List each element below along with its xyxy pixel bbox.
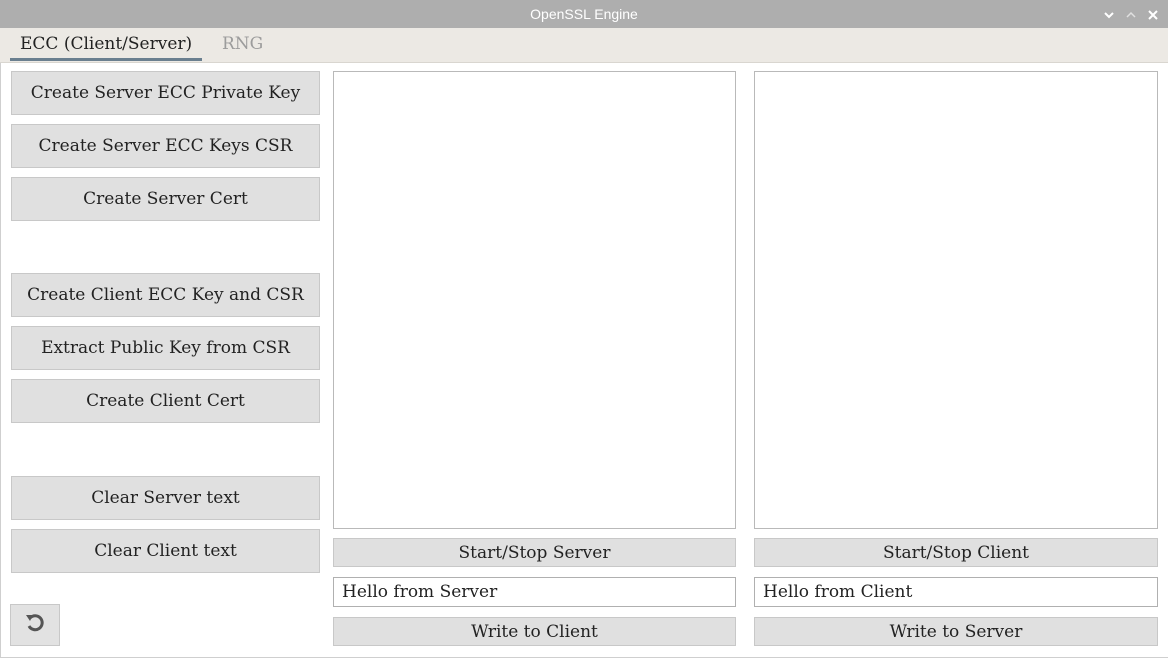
create-client-cert-button[interactable]: Create Client Cert	[11, 379, 320, 423]
tab-rng[interactable]: RNG	[222, 28, 263, 60]
close-icon[interactable]	[1148, 5, 1158, 24]
clear-server-text-button[interactable]: Clear Server text	[11, 476, 320, 520]
reset-icon	[24, 612, 46, 638]
create-server-ecc-keys-csr-button[interactable]: Create Server ECC Keys CSR	[11, 124, 320, 168]
window-controls	[1104, 0, 1158, 28]
write-to-server-button[interactable]: Write to Server	[754, 617, 1158, 646]
server-output-textarea[interactable]	[333, 71, 736, 529]
tab-bar: ECC (Client/Server) RNG	[0, 28, 1168, 63]
chevron-up-icon[interactable]	[1126, 5, 1136, 24]
extract-public-key-button[interactable]: Extract Public Key from CSR	[11, 326, 320, 370]
reset-button[interactable]	[10, 604, 60, 646]
title-bar: OpenSSL Engine	[0, 0, 1168, 28]
client-message-input[interactable]: Hello from Client	[754, 577, 1158, 607]
window-title: OpenSSL Engine	[530, 6, 638, 22]
server-message-input[interactable]: Hello from Server	[333, 577, 736, 607]
start-stop-client-button[interactable]: Start/Stop Client	[754, 538, 1158, 567]
client-output-textarea[interactable]	[754, 71, 1158, 529]
create-server-ecc-private-key-button[interactable]: Create Server ECC Private Key	[11, 71, 320, 115]
chevron-down-icon[interactable]	[1104, 5, 1114, 24]
create-client-ecc-key-csr-button[interactable]: Create Client ECC Key and CSR	[11, 273, 320, 317]
main-panel: Create Server ECC Private Key Create Ser…	[0, 63, 1168, 658]
start-stop-server-button[interactable]: Start/Stop Server	[333, 538, 736, 567]
tab-ecc-client-server[interactable]: ECC (Client/Server)	[10, 28, 203, 61]
write-to-client-button[interactable]: Write to Client	[333, 617, 736, 646]
create-server-cert-button[interactable]: Create Server Cert	[11, 177, 320, 221]
clear-client-text-button[interactable]: Clear Client text	[11, 529, 320, 573]
